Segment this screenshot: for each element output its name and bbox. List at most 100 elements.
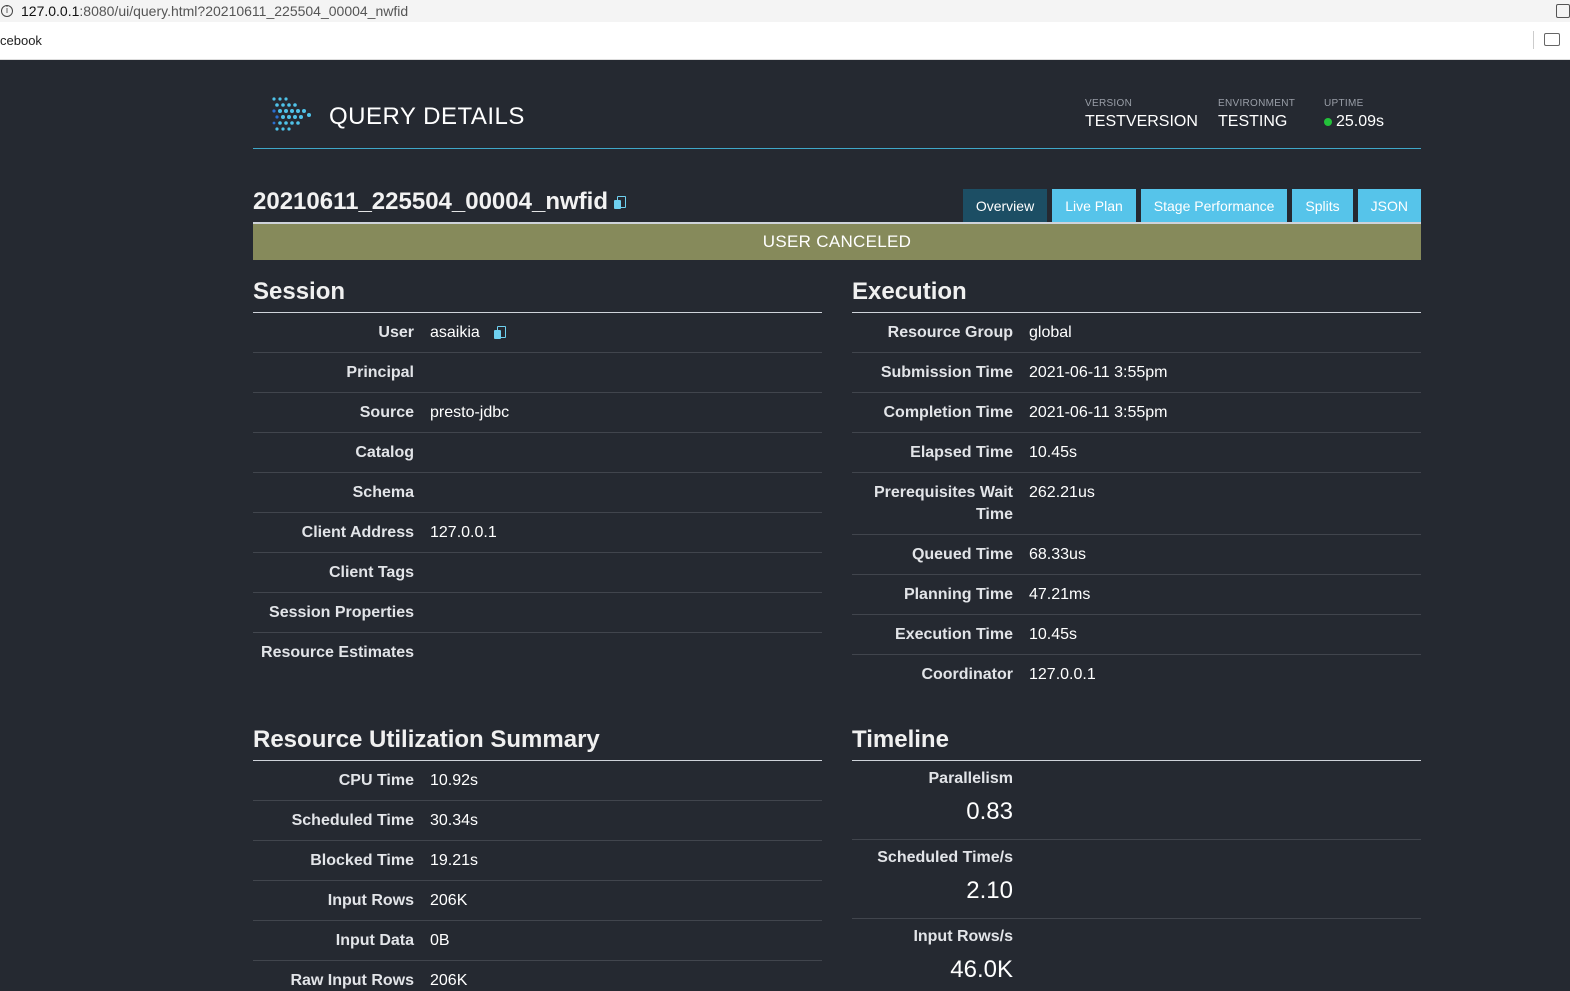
row-value: global bbox=[1029, 324, 1072, 341]
row-value: presto-jdbc bbox=[430, 404, 510, 421]
row-value: 127.0.0.1 bbox=[430, 524, 497, 541]
copy-clipboard-icon[interactable] bbox=[493, 326, 506, 339]
table-row: Raw Input Rows 206K bbox=[253, 961, 822, 991]
row-label: Blocked Time bbox=[310, 852, 414, 869]
tab-json[interactable]: JSON bbox=[1357, 189, 1421, 222]
row-label: Prerequisites Wait Time bbox=[873, 484, 1013, 523]
tab-overview[interactable]: Overview bbox=[962, 189, 1048, 222]
table-row: Source presto-jdbc bbox=[253, 393, 822, 433]
environment-info: ENVIRONMENT TESTING bbox=[1218, 98, 1295, 131]
row-label: Coordinator bbox=[921, 666, 1013, 683]
page-title: QUERY DETAILS bbox=[329, 103, 525, 130]
extensions-icon[interactable] bbox=[1556, 4, 1570, 18]
row-value: 0B bbox=[430, 932, 450, 949]
row-label: Completion Time bbox=[883, 404, 1014, 421]
row-label: Scheduled Time bbox=[291, 812, 414, 829]
query-id-wrap: 20210611_225504_00004_nwfid bbox=[253, 188, 626, 216]
folder-icon[interactable] bbox=[1544, 33, 1560, 46]
row-value bbox=[414, 442, 430, 464]
row-value bbox=[414, 602, 430, 624]
table-row: Elapsed Time 10.45s bbox=[852, 433, 1421, 473]
resource-summary-title: Resource Utilization Summary bbox=[253, 724, 822, 761]
row-value: asaikia bbox=[430, 324, 480, 341]
row-value bbox=[414, 482, 430, 504]
timeline-value: 46.0K bbox=[950, 956, 1013, 983]
table-row: Input Data 0B bbox=[253, 921, 822, 961]
tab-live-plan[interactable]: Live Plan bbox=[1052, 189, 1136, 222]
query-title-row: 20210611_225504_00004_nwfid Overview Liv… bbox=[253, 188, 1421, 222]
table-row: Queued Time 68.33us bbox=[852, 535, 1421, 575]
row-value: 262.21us bbox=[1029, 484, 1095, 501]
timeline-label: Scheduled Time/s bbox=[877, 849, 1013, 866]
session-title: Session bbox=[253, 276, 822, 313]
info-icon[interactable]: i bbox=[1, 5, 13, 17]
tab-splits[interactable]: Splits bbox=[1292, 189, 1353, 222]
row-label: Input Data bbox=[335, 932, 414, 949]
table-row: Client Tags bbox=[253, 553, 822, 593]
table-row: Session Properties bbox=[253, 593, 822, 633]
table-row: Catalog bbox=[253, 433, 822, 473]
timeline-value: 0.83 bbox=[966, 798, 1013, 825]
row-value: 2021-06-11 3:55pm bbox=[1029, 364, 1168, 381]
row-value: 47.21ms bbox=[1029, 586, 1091, 603]
row-label: Planning Time bbox=[903, 586, 1013, 603]
row-value: 19.21s bbox=[430, 852, 479, 869]
row-label: User bbox=[378, 324, 414, 341]
table-row: Input Rows 206K bbox=[253, 881, 822, 921]
row-label: CPU Time bbox=[338, 772, 414, 789]
copy-clipboard-icon[interactable] bbox=[613, 196, 626, 210]
row-value bbox=[414, 642, 430, 664]
row-value: 206K bbox=[430, 892, 468, 909]
environment-value: TESTING bbox=[1218, 113, 1288, 130]
row-label: Raw Input Rows bbox=[290, 972, 414, 989]
page-header: QUERY DETAILS VERSION TESTVERSION ENVIRO… bbox=[253, 60, 1421, 149]
row-label: Client Address bbox=[301, 524, 414, 541]
tab-stage-performance[interactable]: Stage Performance bbox=[1140, 189, 1288, 222]
row-label: Principal bbox=[346, 364, 414, 381]
timeline-section: Timeline Parallelism 0.83 Scheduled Time… bbox=[852, 724, 1421, 991]
row-label: Catalog bbox=[355, 444, 414, 461]
table-row: Resource Group global bbox=[852, 313, 1421, 353]
table-row: Blocked Time 19.21s bbox=[253, 841, 822, 881]
environment-label: ENVIRONMENT bbox=[1218, 98, 1296, 109]
row-value-wrap: asaikia bbox=[414, 322, 506, 344]
row-label: Client Tags bbox=[328, 564, 414, 581]
query-tabs: Overview Live Plan Stage Performance Spl… bbox=[962, 189, 1421, 222]
uptime-value-wrap: 25.09s bbox=[1324, 113, 1384, 131]
table-row: Parallelism 0.83 bbox=[852, 761, 1421, 840]
row-value: 206K bbox=[430, 972, 468, 989]
row-label: Execution Time bbox=[895, 626, 1013, 643]
table-row: Schema bbox=[253, 473, 822, 513]
table-row: User asaikia bbox=[253, 313, 822, 353]
page-content: QUERY DETAILS VERSION TESTVERSION ENVIRO… bbox=[253, 60, 1421, 989]
table-row: Scheduled Time 30.34s bbox=[253, 801, 822, 841]
row-value: 30.34s bbox=[430, 812, 479, 829]
row-label: Resource Group bbox=[887, 324, 1013, 341]
row-value bbox=[414, 562, 430, 584]
row-label: Session Properties bbox=[269, 604, 414, 621]
timeline-value: 2.10 bbox=[966, 877, 1013, 904]
execution-section: Execution Resource Group global Submissi… bbox=[852, 276, 1421, 694]
row-value: 2021-06-11 3:55pm bbox=[1029, 404, 1168, 421]
row-label: Queued Time bbox=[911, 546, 1013, 563]
resource-summary-section: Resource Utilization Summary CPU Time 10… bbox=[253, 724, 822, 991]
url-path: :8080/ui/query.html?20210611_225504_0000… bbox=[79, 3, 409, 19]
row-value: 10.45s bbox=[1029, 444, 1078, 461]
version-value: TESTVERSION bbox=[1085, 113, 1198, 130]
uptime-status-dot bbox=[1324, 118, 1332, 126]
bookmarks-divider bbox=[1533, 31, 1534, 49]
table-row: Submission Time 2021-06-11 3:55pm bbox=[852, 353, 1421, 393]
table-row: Client Address 127.0.0.1 bbox=[253, 513, 822, 553]
timeline-title: Timeline bbox=[852, 724, 1421, 761]
execution-title: Execution bbox=[852, 276, 1421, 313]
browser-url-bar[interactable]: i 127.0.0.1:8080/ui/query.html?20210611_… bbox=[0, 0, 1570, 22]
table-row: Coordinator 127.0.0.1 bbox=[852, 655, 1421, 694]
uptime-label: UPTIME bbox=[1324, 98, 1364, 109]
uptime-info: UPTIME 25.09s bbox=[1324, 98, 1384, 131]
table-row: Planning Time 47.21ms bbox=[852, 575, 1421, 615]
bookmark-item[interactable]: cebook bbox=[0, 33, 42, 48]
bookmarks-bar: cebook bbox=[0, 22, 1570, 60]
query-id: 20210611_225504_00004_nwfid bbox=[253, 188, 608, 215]
version-info: VERSION TESTVERSION bbox=[1085, 98, 1198, 131]
presto-logo-icon bbox=[272, 97, 311, 131]
